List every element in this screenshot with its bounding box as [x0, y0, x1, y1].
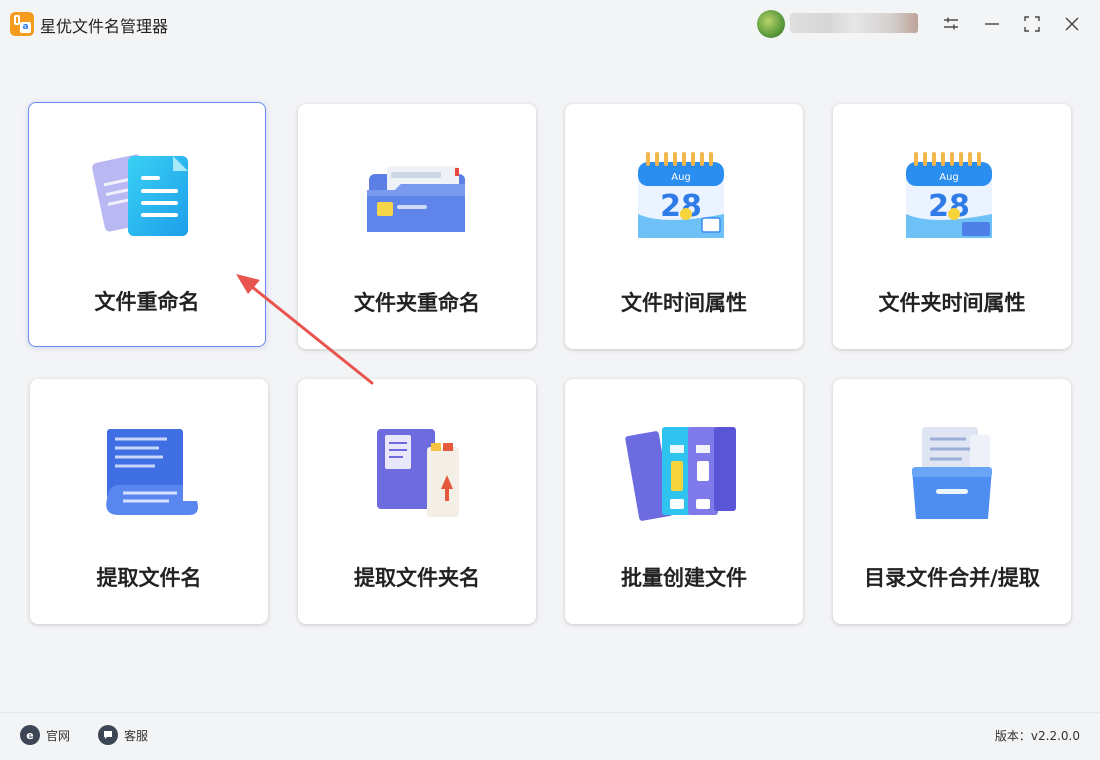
website-label: 官网: [46, 728, 71, 743]
chat-bubble-icon: [98, 725, 118, 745]
close-icon[interactable]: [1056, 8, 1088, 40]
card-label: 文件时间属性: [621, 291, 747, 315]
maximize-icon[interactable]: [1016, 8, 1048, 40]
minimize-icon[interactable]: [976, 8, 1008, 40]
folder-icon: [367, 166, 465, 232]
card-label: 文件夹重命名: [354, 291, 480, 315]
card-extract-foldername[interactable]: 提取文件夹名: [298, 379, 536, 624]
card-merge-extract-directory[interactable]: 目录文件合并/提取: [833, 379, 1071, 624]
user-avatar[interactable]: [757, 10, 785, 38]
card-file-rename[interactable]: 文件重命名: [28, 102, 266, 347]
card-label: 文件夹时间属性: [878, 291, 1026, 315]
documents-icon: [92, 154, 188, 236]
card-folder-time-attr[interactable]: Aug 28 文件夹时间属性: [833, 104, 1071, 349]
settings-sliders-icon[interactable]: [935, 8, 967, 40]
card-label: 文件重命名: [94, 290, 200, 314]
card-extract-filename[interactable]: 提取文件名: [30, 379, 268, 624]
footer-divider: [0, 712, 1100, 713]
support-link[interactable]: 客服: [98, 725, 148, 745]
browser-e-icon: e: [20, 725, 40, 745]
calendar-folder-icon: Aug 28: [906, 152, 992, 238]
user-name-blurred[interactable]: [790, 13, 918, 33]
scroll-document-icon: [106, 429, 198, 515]
card-label: 提取文件名: [96, 566, 202, 590]
app-logo-icon: a: [10, 12, 34, 36]
website-link[interactable]: e 官网: [20, 725, 70, 745]
calendar-month: Aug: [671, 172, 691, 183]
calendar-icon: Aug 28: [638, 152, 724, 238]
file-box-icon: [912, 427, 992, 519]
card-label: 目录文件合并/提取: [864, 566, 1040, 590]
support-label: 客服: [124, 728, 149, 743]
card-folder-rename[interactable]: 文件夹重命名: [298, 104, 536, 349]
books-icon: [625, 427, 736, 521]
card-file-time-attr[interactable]: Aug 28 文件时间属性: [565, 104, 803, 349]
binder-icon: [377, 429, 459, 517]
title-bar: a 星优文件名管理器: [0, 0, 1100, 48]
card-batch-create-files[interactable]: 批量创建文件: [565, 379, 803, 624]
card-label: 提取文件夹名: [354, 566, 480, 590]
card-label: 批量创建文件: [621, 566, 747, 590]
app-title: 星优文件名管理器: [40, 17, 169, 36]
version-label: 版本：v2.2.0.0: [994, 729, 1080, 743]
calendar-month: Aug: [939, 172, 959, 183]
